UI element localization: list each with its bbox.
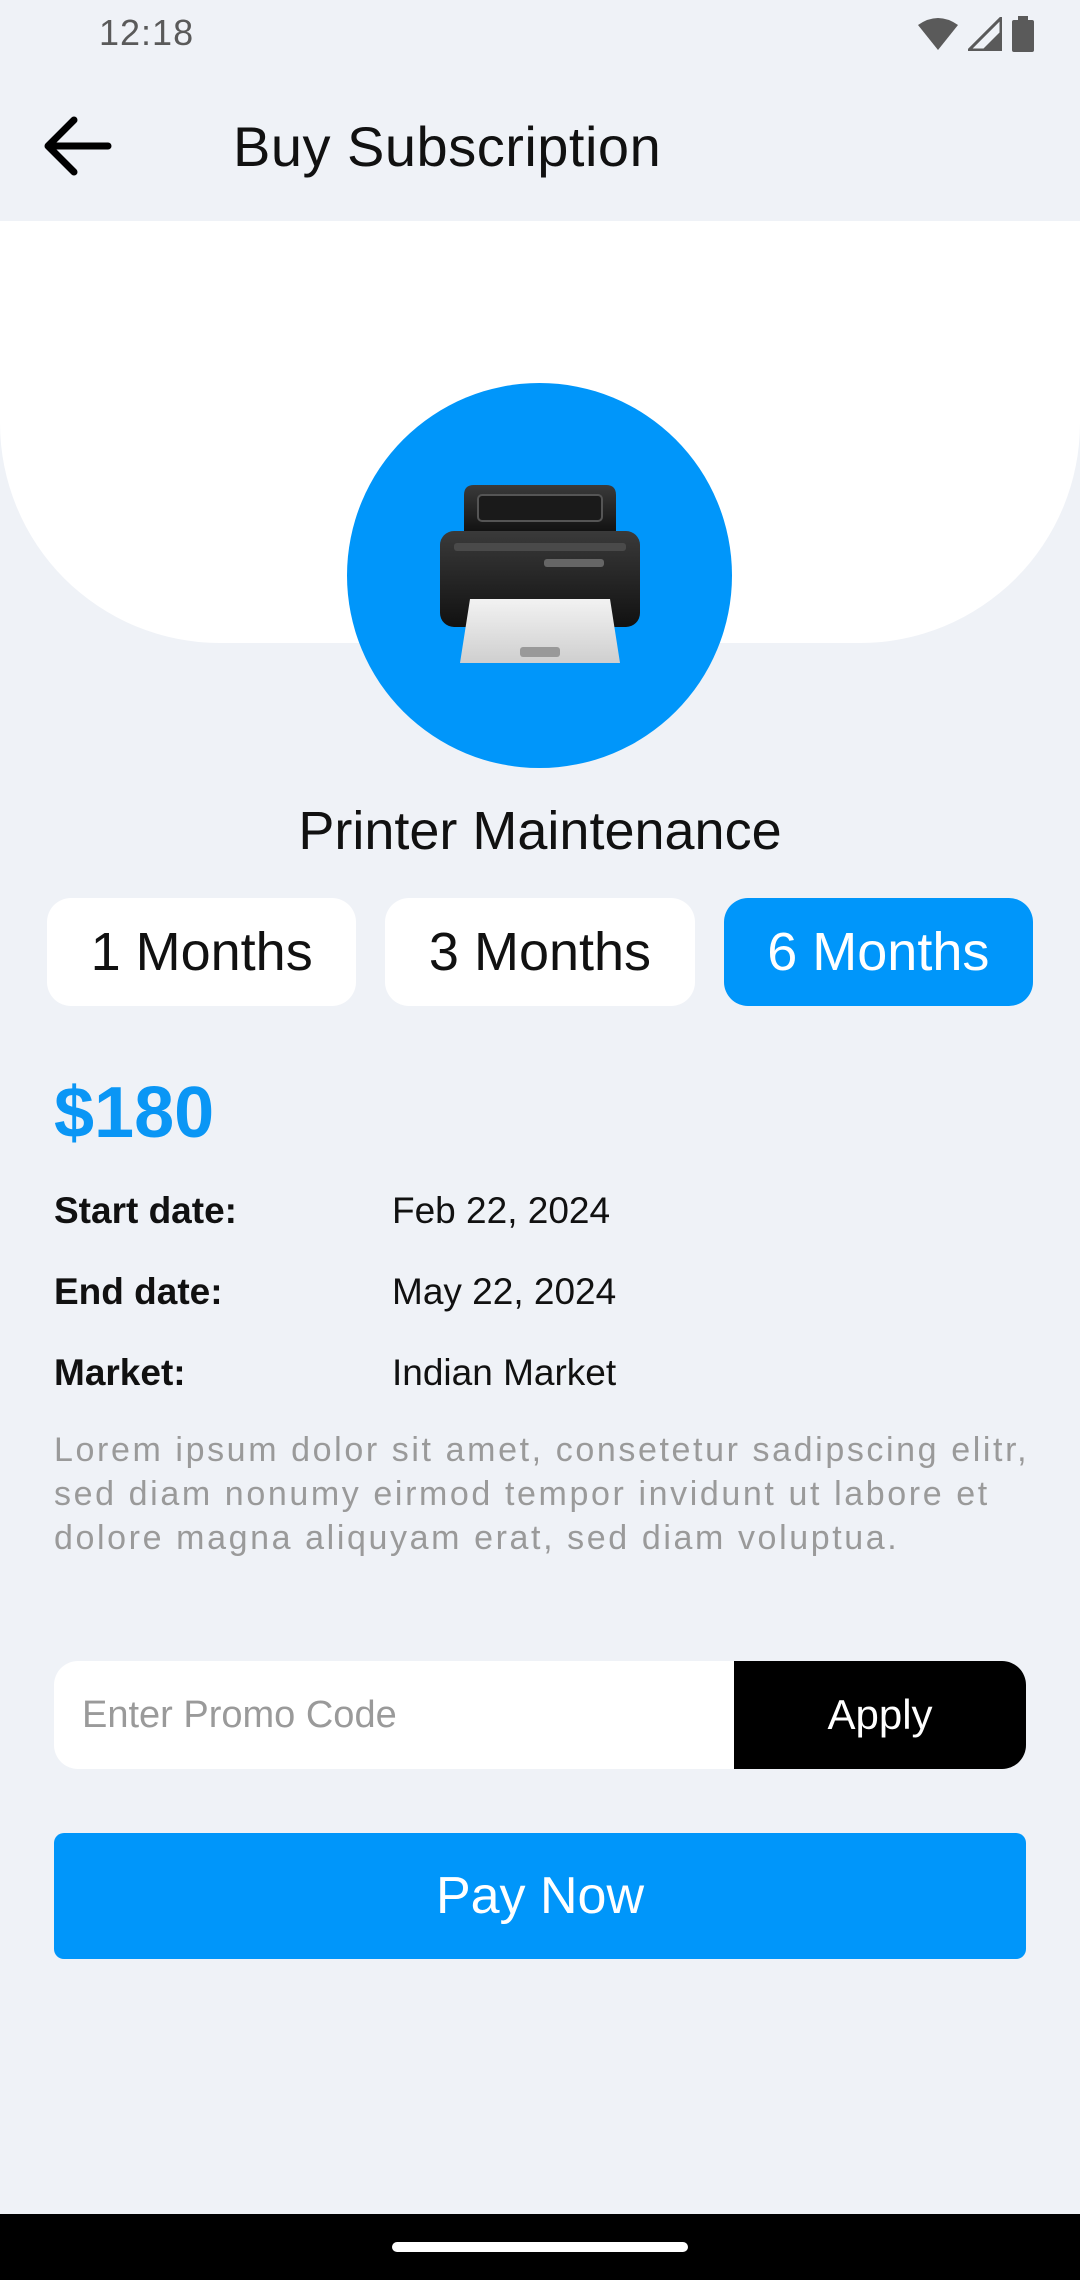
home-handle[interactable] xyxy=(392,2242,688,2252)
navigation-bar xyxy=(0,2214,1080,2280)
screen: 12:18 Buy Subscription Printer Maintenan… xyxy=(0,0,1080,2280)
service-icon-circle xyxy=(347,383,732,768)
description: Lorem ipsum dolor sit amet, consetetur s… xyxy=(54,1431,1030,1557)
service-name: Printer Maintenance xyxy=(298,801,782,861)
end-date-value: May 22, 2024 xyxy=(392,1271,617,1312)
arrow-left-icon xyxy=(44,116,112,176)
app-bar: Buy Subscription xyxy=(0,66,1080,221)
start-date-row: Start date: Feb 22, 2024 xyxy=(54,1190,1034,1271)
apply-button[interactable]: Apply xyxy=(734,1661,1026,1769)
promo-code-input[interactable] xyxy=(54,1661,734,1769)
end-date-label: End date: xyxy=(54,1271,223,1312)
promo-code-group: Apply xyxy=(54,1661,1026,1769)
price: $180 xyxy=(54,1073,215,1153)
wifi-icon xyxy=(918,18,958,50)
market-value: Indian Market xyxy=(392,1352,617,1393)
status-icons xyxy=(918,16,1034,52)
plan-6-months[interactable]: 6 Months xyxy=(723,898,1033,1006)
plan-selector: 1 Months 3 Months 6 Months xyxy=(47,898,1033,1006)
end-date-row: End date: May 22, 2024 xyxy=(54,1271,1034,1352)
plan-3-months[interactable]: 3 Months xyxy=(385,898,695,1006)
back-button[interactable] xyxy=(36,106,116,186)
signal-icon xyxy=(968,17,1002,51)
printer-icon xyxy=(439,484,640,663)
status-time: 12:18 xyxy=(99,12,195,53)
page-title: Buy Subscription xyxy=(233,115,662,178)
market-row: Market: Indian Market xyxy=(54,1352,1034,1433)
plan-1-months[interactable]: 1 Months xyxy=(47,898,357,1006)
battery-icon xyxy=(1012,16,1034,52)
start-date-value: Feb 22, 2024 xyxy=(392,1190,611,1231)
status-bar: 12:18 xyxy=(0,0,1080,66)
subscription-details: Start date: Feb 22, 2024 End date: May 2… xyxy=(54,1190,1034,1433)
start-date-label: Start date: xyxy=(54,1190,237,1231)
market-label: Market: xyxy=(54,1352,186,1393)
pay-now-button[interactable]: Pay Now xyxy=(54,1833,1026,1959)
